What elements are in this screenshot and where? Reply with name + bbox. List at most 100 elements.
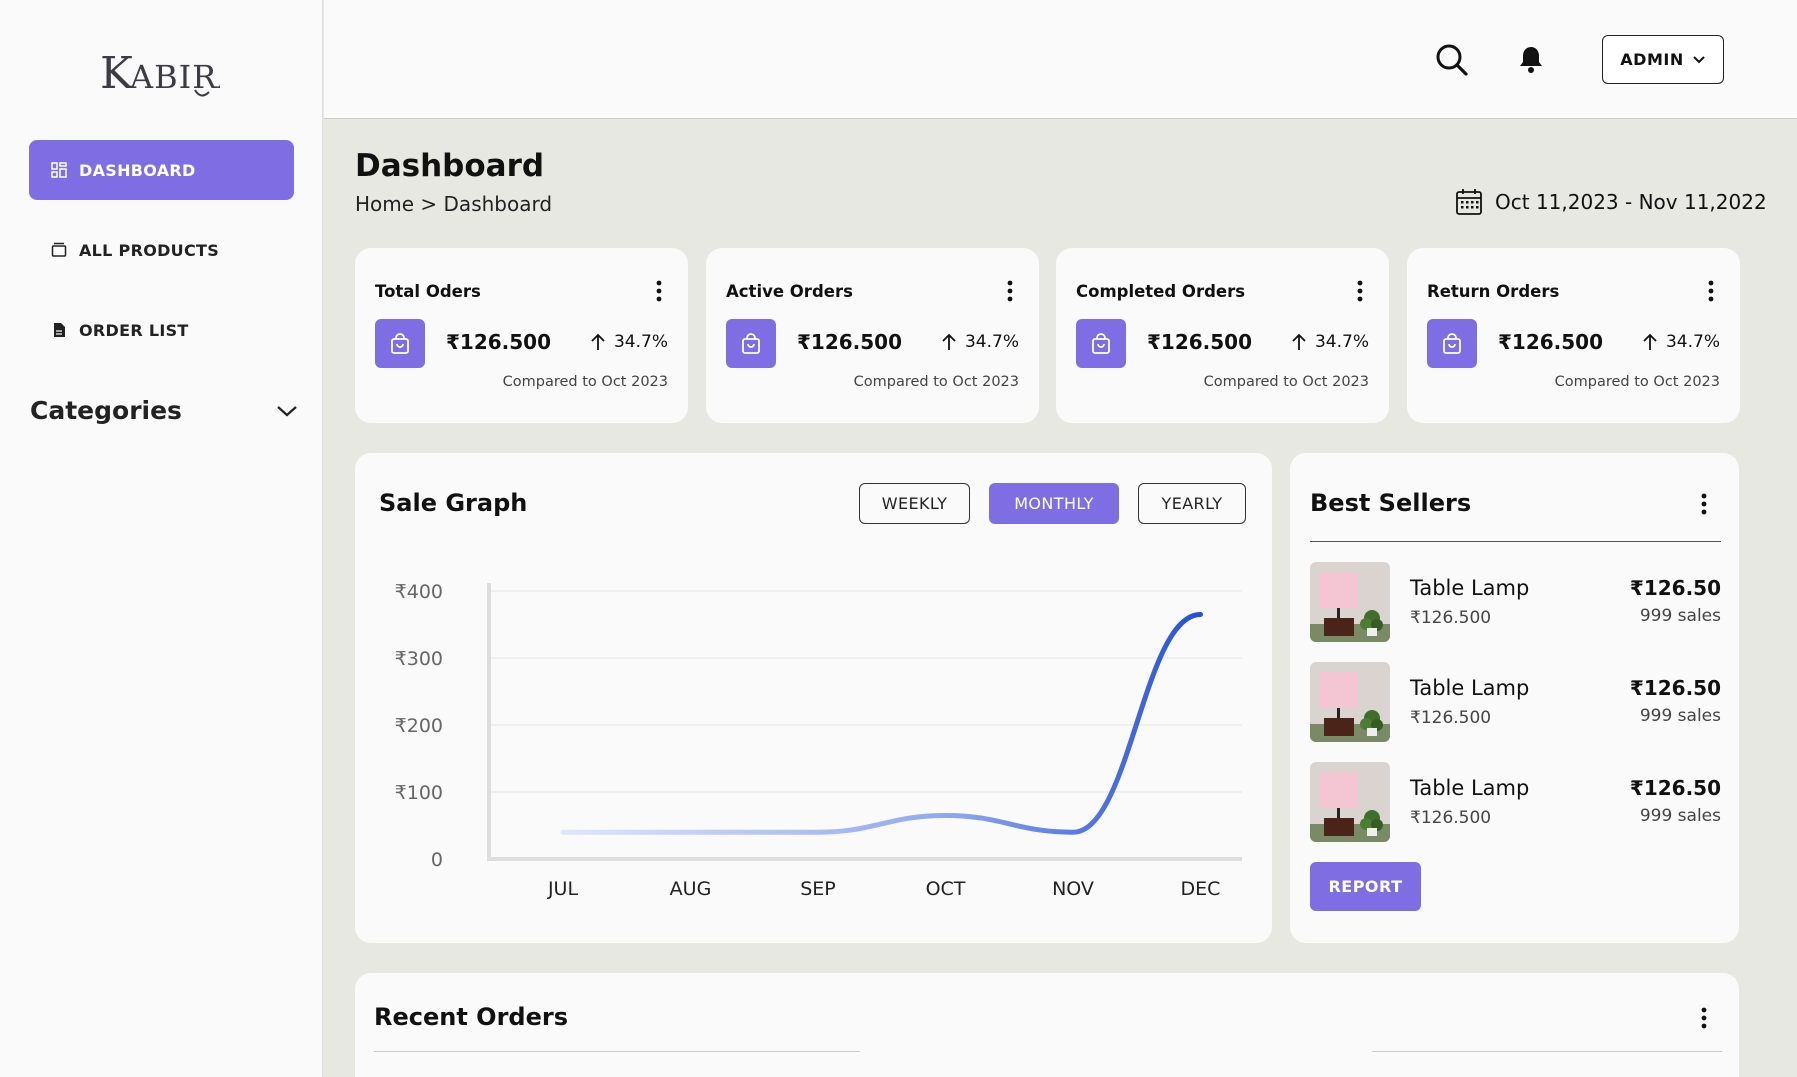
recent-orders-title: Recent Orders	[374, 1003, 568, 1031]
grid-icon	[51, 162, 67, 178]
product-sales: 999 sales	[1639, 706, 1721, 726]
best-seller-item[interactable]: Table Lamp ₹126.500 ₹126.50 999 sales	[1310, 562, 1721, 642]
sidebar: K ABIRA DASHBOARD ALL PRODUCTS ORDER LIS…	[0, 0, 323, 1077]
stat-title: Completed Orders	[1076, 282, 1246, 301]
stat-card: Active Orders ₹126.500 34.7% Compared to Oc…	[706, 248, 1039, 423]
sidebar-item-all-products[interactable]: ALL PRODUCTS	[29, 220, 294, 280]
y-tick-label: ₹400	[395, 581, 443, 603]
product-price: ₹126.50	[1629, 576, 1721, 600]
product-name: Table Lamp	[1410, 576, 1530, 600]
divider	[1372, 1051, 1722, 1052]
arrow-up-icon	[591, 333, 605, 350]
stat-change-value: 34.7%	[1665, 332, 1720, 352]
arrow-up-icon	[1643, 333, 1657, 350]
stat-change: 34.7%	[590, 332, 668, 352]
shopping-bag-icon	[1076, 319, 1126, 368]
stat-compare: Compared to Oct 2023	[853, 374, 1019, 390]
stat-card: Completed Orders ₹126.500 34.7% Compared to…	[1056, 248, 1389, 423]
more-vertical-icon[interactable]	[1357, 280, 1363, 302]
stat-compare: Compared to Oct 2023	[1554, 374, 1720, 390]
arrow-up-icon	[1292, 333, 1306, 350]
search-icon[interactable]	[1435, 43, 1469, 77]
recent-orders-card: Recent Orders	[355, 973, 1739, 1077]
date-range-picker[interactable]: Oct 11,2023 - Nov 11,2022	[1455, 188, 1767, 216]
more-vertical-icon[interactable]	[656, 280, 662, 302]
product-price: ₹126.50	[1629, 676, 1721, 700]
x-tick-label: JUL	[547, 878, 579, 900]
brand-logo[interactable]: K ABIRA	[100, 46, 240, 117]
product-thumbnail	[1310, 562, 1390, 642]
bell-icon[interactable]	[1516, 44, 1546, 74]
product-price: ₹126.50	[1629, 776, 1721, 800]
product-sub-price: ₹126.500	[1410, 708, 1492, 728]
sidebar-item-order-list[interactable]: ORDER LIST	[29, 300, 294, 360]
sidebar-item-label: DASHBOARD	[79, 160, 196, 180]
more-vertical-icon[interactable]	[1007, 280, 1013, 302]
x-tick-label: AUG	[670, 878, 712, 900]
series-line	[560, 611, 1203, 835]
chevron-down-icon	[1693, 55, 1705, 63]
sale-graph-card: Sale Graph WEEKLY MONTHLY YEARLY ₹400 ₹30…	[355, 453, 1272, 943]
y-tick-label: ₹200	[395, 715, 443, 737]
divider	[374, 1051, 860, 1052]
svg-text:K: K	[100, 48, 134, 99]
calendar-icon	[1456, 189, 1482, 215]
sidebar-item-label: ALL PRODUCTS	[79, 240, 220, 260]
stat-compare: Compared to Oct 2023	[502, 374, 668, 390]
best-seller-item[interactable]: Table Lamp ₹126.500 ₹126.50 999 sales	[1310, 762, 1721, 842]
x-tick-label: SEP	[800, 878, 836, 900]
shopping-bag-icon	[375, 319, 425, 368]
more-vertical-icon[interactable]	[1701, 493, 1707, 515]
box-icon	[51, 242, 67, 257]
x-tick-label: DEC	[1181, 878, 1221, 900]
stat-title: Return Orders	[1427, 282, 1560, 301]
product-sales: 999 sales	[1639, 806, 1721, 826]
breadcrumb[interactable]: Home > Dashboard	[355, 192, 552, 216]
shopping-bag-icon	[1427, 319, 1477, 368]
y-tick-label: 0	[431, 849, 443, 871]
categories-label: Categories	[30, 396, 182, 425]
divider	[1310, 541, 1721, 542]
best-sellers-title: Best Sellers	[1310, 489, 1472, 517]
stat-change: 34.7%	[1642, 332, 1720, 352]
svg-text:ABIRA: ABIRA	[129, 58, 220, 96]
page-title: Dashboard	[355, 148, 545, 184]
admin-menu-button[interactable]: ADMIN	[1602, 35, 1724, 84]
product-thumbnail	[1310, 762, 1390, 842]
stat-value: ₹126.500	[1498, 330, 1604, 354]
stat-title: Active Orders	[726, 282, 853, 301]
sidebar-item-dashboard[interactable]: DASHBOARD	[29, 140, 294, 200]
stat-value: ₹126.500	[446, 330, 552, 354]
x-tick-label: NOV	[1052, 878, 1094, 900]
product-sub-price: ₹126.500	[1410, 808, 1492, 828]
shopping-bag-icon	[726, 319, 776, 368]
y-tick-label: ₹100	[395, 782, 443, 804]
stat-change-value: 34.7%	[613, 332, 668, 352]
stat-compare: Compared to Oct 2023	[1203, 374, 1369, 390]
admin-label: ADMIN	[1620, 50, 1684, 69]
stat-title: Total Oders	[375, 282, 481, 301]
categories-toggle[interactable]: Categories	[30, 396, 298, 425]
more-vertical-icon[interactable]	[1708, 280, 1714, 302]
report-button[interactable]: REPORT	[1310, 862, 1421, 911]
x-tick-label: OCT	[926, 878, 966, 900]
stat-change-value: 34.7%	[1314, 332, 1369, 352]
stat-change: 34.7%	[941, 332, 1019, 352]
stat-value: ₹126.500	[1147, 330, 1253, 354]
chevron-down-icon	[277, 405, 297, 416]
product-name: Table Lamp	[1410, 676, 1530, 700]
top-bar: ADMIN	[324, 0, 1797, 119]
document-icon	[54, 323, 65, 337]
sidebar-item-label: ORDER LIST	[79, 320, 189, 340]
more-vertical-icon[interactable]	[1701, 1007, 1707, 1029]
stat-card: Return Orders ₹126.500 34.7% Compared to Oc…	[1407, 248, 1740, 423]
best-seller-item[interactable]: Table Lamp ₹126.500 ₹126.50 999 sales	[1310, 662, 1721, 742]
product-sub-price: ₹126.500	[1410, 608, 1492, 628]
stat-change-value: 34.7%	[964, 332, 1019, 352]
stat-change: 34.7%	[1291, 332, 1369, 352]
y-tick-label: ₹300	[395, 648, 443, 670]
product-thumbnail	[1310, 662, 1390, 742]
stat-value: ₹126.500	[797, 330, 903, 354]
arrow-up-icon	[942, 333, 956, 350]
best-sellers-card: Best Sellers Table Lamp ₹126.500 ₹126.50 99…	[1290, 453, 1739, 943]
